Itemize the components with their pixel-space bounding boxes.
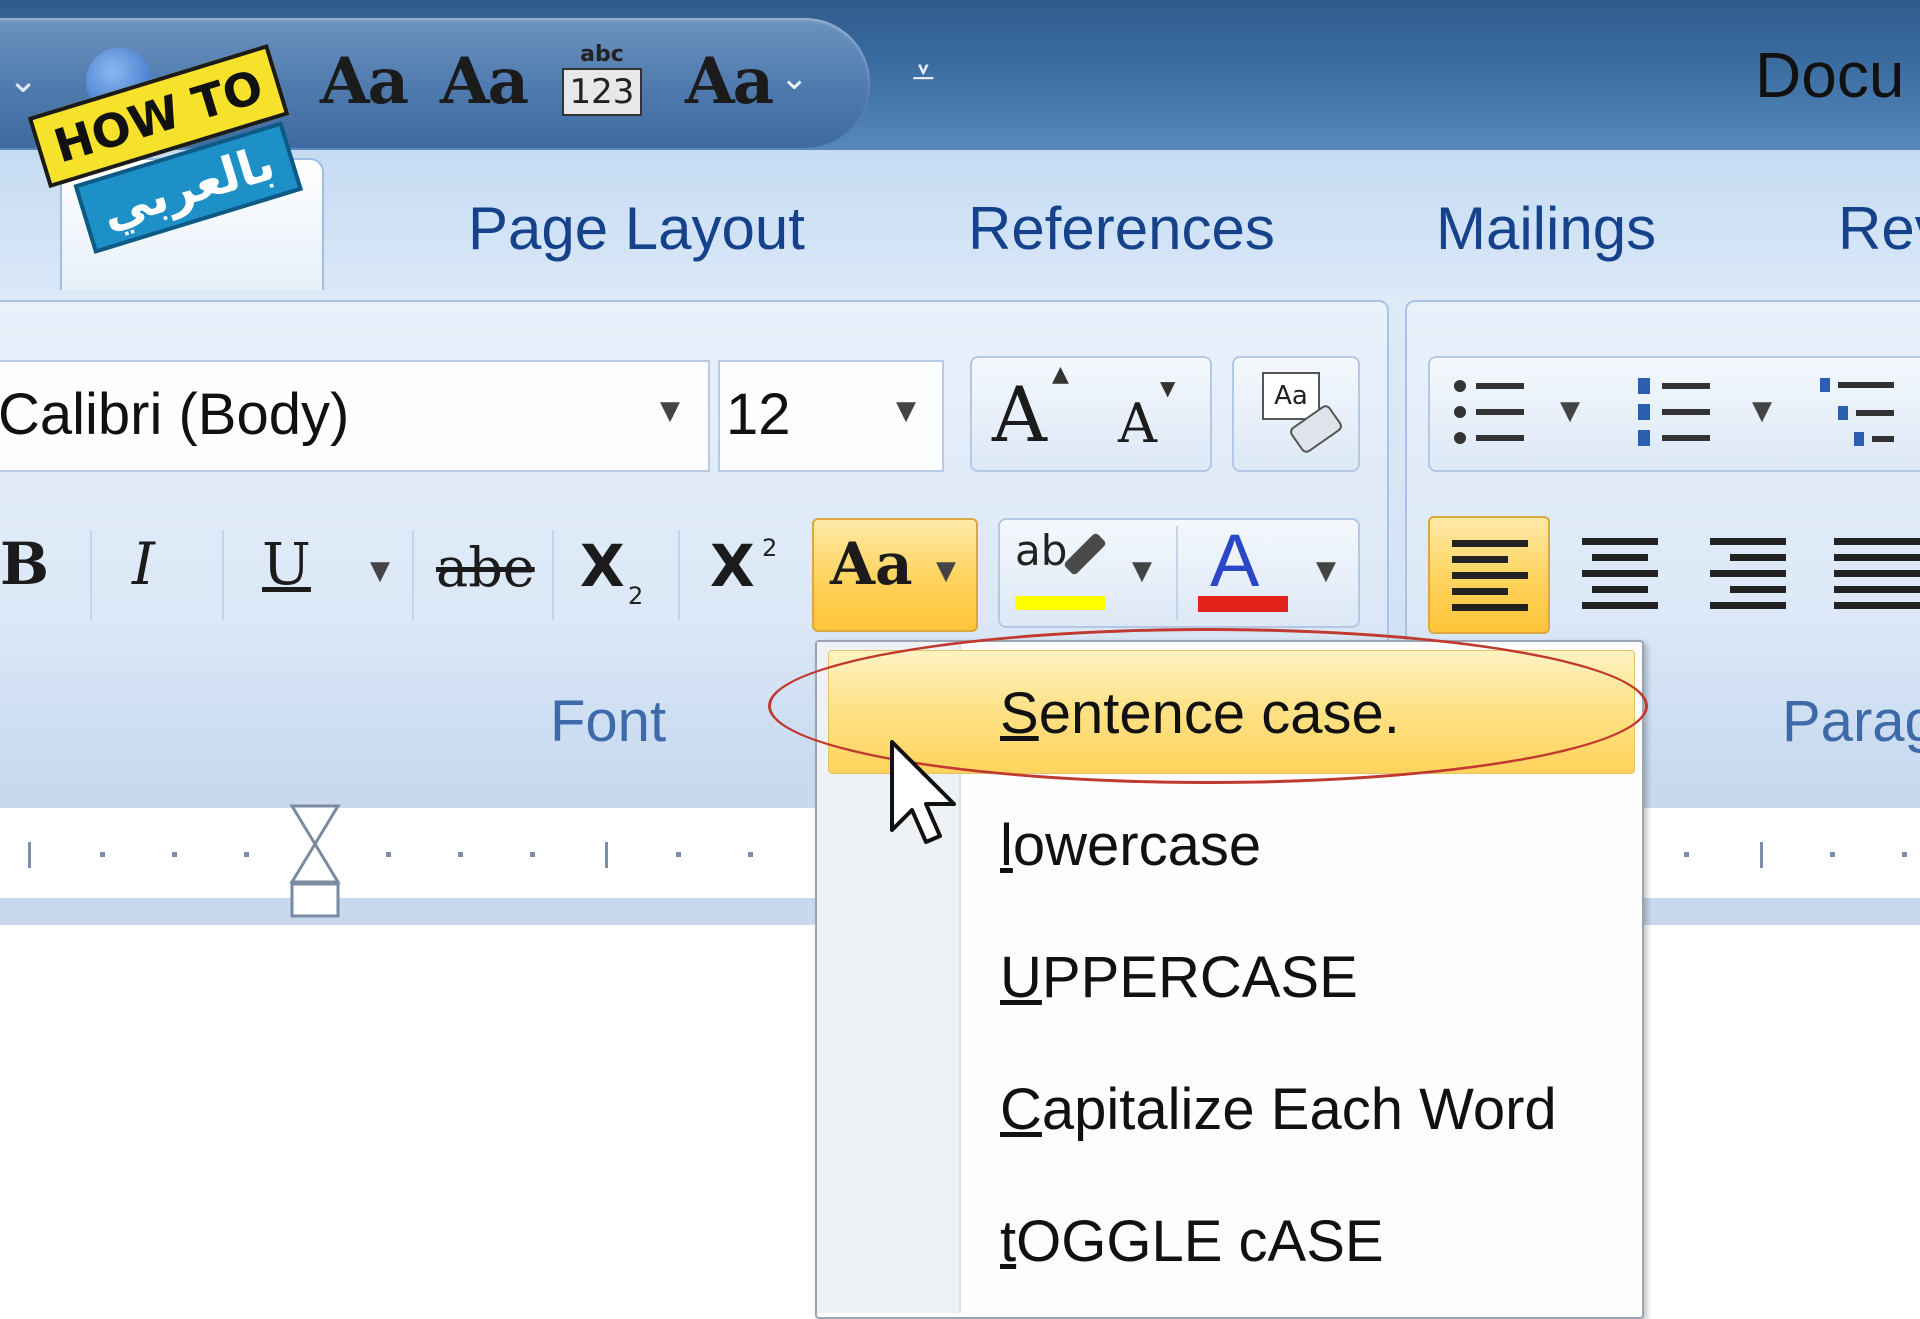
grow-font-button[interactable]: A — [992, 370, 1047, 459]
numbering-icon — [1638, 378, 1710, 446]
shrink-font-button[interactable]: A — [1118, 392, 1157, 455]
spelling-123-label: 123 — [562, 68, 642, 116]
ruler-tick — [605, 842, 608, 868]
align-right-button[interactable] — [1698, 518, 1798, 628]
align-center-button[interactable] — [1570, 518, 1670, 628]
underline-dropdown-icon[interactable]: ▼ — [370, 556, 390, 586]
font-name-dropdown-icon[interactable]: ▼ — [660, 396, 680, 426]
window-title: Docu — [1755, 39, 1905, 111]
indent-marker-icon — [289, 804, 341, 918]
ruler-tick — [1684, 852, 1689, 857]
ruler-tick — [1760, 842, 1763, 868]
change-case-dropdown-icon[interactable]: ▼ — [936, 556, 956, 586]
paragraph-group-label: Parag — [1782, 689, 1920, 754]
font-size-dropdown-icon[interactable]: ▼ — [896, 396, 916, 426]
menu-item-lowercase[interactable]: lowercase — [1000, 812, 1261, 879]
font-color-bar — [1198, 596, 1288, 612]
style-gallery-button-3[interactable]: Aa — [685, 44, 774, 119]
spelling-abc-label: abc — [580, 42, 624, 67]
ruler-tick — [1830, 852, 1835, 857]
align-left-icon — [1452, 540, 1528, 611]
clear-formatting-button[interactable]: Aa — [1232, 356, 1360, 472]
font-color-button[interactable]: A — [1210, 518, 1259, 603]
bold-button[interactable]: B — [0, 530, 49, 598]
customize-qat-icon[interactable]: ⩡ — [912, 50, 935, 96]
ruler-tick — [172, 852, 177, 857]
ruler-tick — [676, 852, 681, 857]
align-right-icon — [1710, 538, 1786, 609]
font-name-value: Calibri (Body) — [0, 382, 350, 447]
highlight-color-bar — [1015, 596, 1105, 610]
highlight-dropdown-icon[interactable]: ▼ — [1132, 556, 1152, 586]
italic-button[interactable]: I — [132, 530, 155, 598]
bullets-icon — [1454, 380, 1524, 444]
ruler-tick — [100, 852, 105, 857]
numbering-button[interactable] — [1634, 372, 1714, 452]
justify-icon — [1834, 538, 1920, 609]
ruler-tick — [244, 852, 249, 857]
spelling-check-button[interactable]: abc 123 — [560, 42, 644, 126]
change-case-label: Aa — [830, 530, 913, 598]
tab-page-layout[interactable]: Page Layout — [468, 194, 805, 263]
multilevel-list-icon — [1820, 378, 1894, 446]
style-gallery-button-2[interactable]: Aa — [440, 44, 529, 119]
tab-mailings[interactable]: Mailings — [1436, 194, 1656, 263]
justify-button[interactable] — [1822, 518, 1920, 628]
qat-chevron-icon[interactable]: ⌄ — [8, 60, 38, 101]
ruler-tick — [28, 842, 31, 868]
subscript-mark: 2 — [628, 582, 644, 610]
menu-item-capitalize-each-word[interactable]: Capitalize Each Word — [1000, 1076, 1557, 1143]
ruler-tick — [1902, 852, 1907, 857]
ruler-tick — [386, 852, 391, 857]
shrink-font-arrow-icon: ▼ — [1160, 376, 1176, 400]
menu-item-toggle-case[interactable]: tOGGLE cASE — [1000, 1208, 1384, 1275]
bullets-button[interactable] — [1448, 372, 1528, 452]
menu-item-uppercase[interactable]: UPPERCASE — [1000, 944, 1358, 1011]
tab-references[interactable]: References — [968, 194, 1275, 263]
grow-font-arrow-icon: ▲ — [1052, 362, 1069, 387]
multilevel-list-button[interactable] — [1818, 372, 1898, 452]
separator — [678, 530, 680, 620]
indent-marker-handle[interactable] — [288, 804, 342, 920]
style-dropdown-chevron-icon[interactable]: ⌄ — [780, 58, 809, 98]
highlight-button[interactable]: ab — [1015, 526, 1067, 575]
ruler-tick — [748, 852, 753, 857]
strikethrough-button[interactable]: abe — [436, 536, 535, 599]
separator — [1176, 526, 1178, 620]
align-left-button[interactable] — [1428, 516, 1550, 634]
superscript-button[interactable]: X — [710, 532, 755, 600]
superscript-mark: 2 — [762, 534, 778, 562]
style-gallery-button-1[interactable]: Aa — [320, 44, 409, 119]
subscript-button[interactable]: X — [580, 532, 625, 600]
font-name-combobox[interactable]: Calibri (Body) — [0, 360, 710, 472]
mouse-cursor — [888, 738, 958, 848]
separator — [552, 530, 554, 620]
separator — [222, 530, 224, 620]
bullets-dropdown-icon[interactable]: ▼ — [1560, 396, 1580, 426]
separator — [412, 530, 414, 620]
ruler-tick — [530, 852, 535, 857]
font-size-value: 12 — [726, 382, 791, 447]
align-center-icon — [1582, 538, 1658, 609]
font-group-label: Font — [550, 689, 667, 754]
font-color-dropdown-icon[interactable]: ▼ — [1316, 556, 1336, 586]
cursor-arrow-icon — [890, 740, 956, 844]
ruler-tick — [458, 852, 463, 857]
tab-review[interactable]: Rev — [1838, 194, 1920, 263]
separator — [90, 530, 92, 620]
underline-button[interactable]: U — [262, 530, 311, 598]
numbering-dropdown-icon[interactable]: ▼ — [1752, 396, 1772, 426]
